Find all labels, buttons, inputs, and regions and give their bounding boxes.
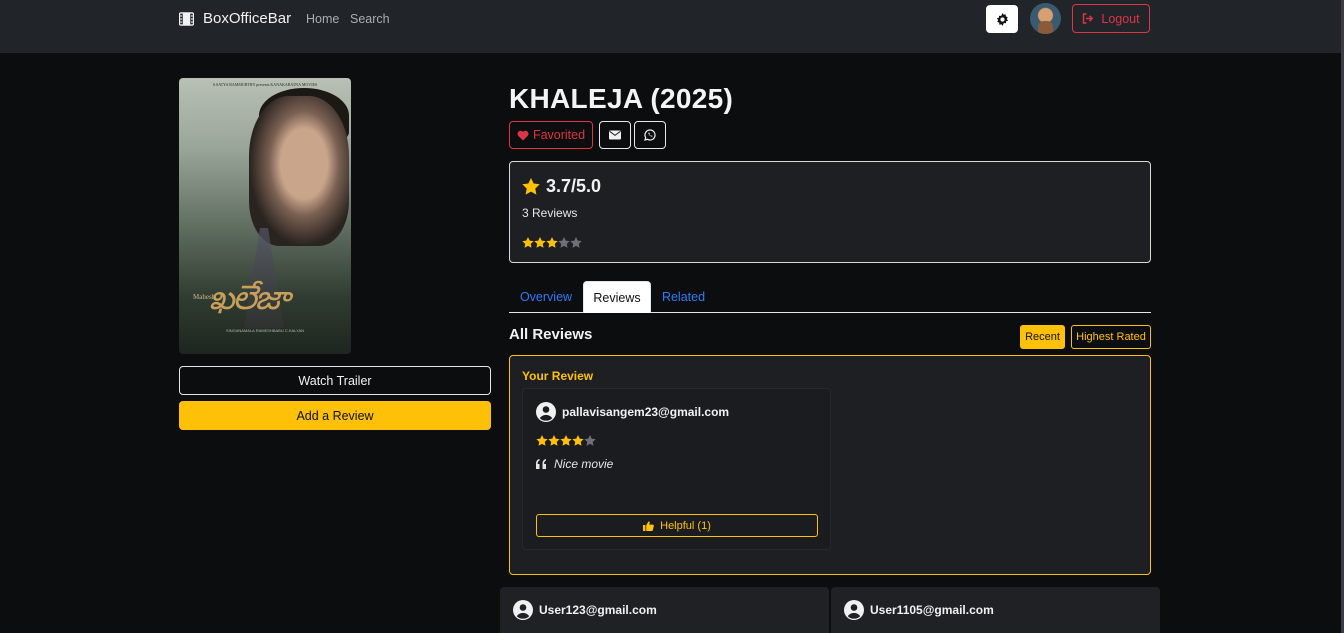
gear-icon <box>996 12 1008 26</box>
rating-value: 3.7/5.0 <box>546 176 602 196</box>
review-stars <box>536 435 596 446</box>
heart-icon <box>517 130 529 140</box>
brand-name: BoxOfficeBar <box>203 10 292 27</box>
rating-stars <box>522 237 582 248</box>
poster-credits: SINGANAMALA RAMESHBABU C.KALYAN <box>225 328 305 333</box>
sort-highest-rated-button[interactable]: Highest Rated <box>1071 325 1151 349</box>
favorite-label: Favorited <box>532 128 586 142</box>
tab-reviews[interactable]: Reviews <box>583 281 651 313</box>
poster-face <box>249 96 349 246</box>
user-circle-icon <box>844 600 864 620</box>
star-filled-icon <box>546 237 558 248</box>
review-user: pallavisangem23@gmail.com <box>536 402 729 422</box>
star-filled-icon <box>534 237 546 248</box>
review-card: User123@gmail.com <box>500 587 829 633</box>
tab-related[interactable]: Related <box>651 281 716 313</box>
navbar: BoxOfficeBar Home Search Logout <box>0 0 1341 53</box>
review-user-email: User123@gmail.com <box>539 603 657 617</box>
star-filled-icon <box>572 435 584 446</box>
movie-poster: S.SATYA RAMMURTHY presents KANAKARATNA M… <box>179 78 351 354</box>
user-avatar[interactable] <box>1030 3 1061 34</box>
star-filled-icon <box>536 435 548 446</box>
share-email-button[interactable] <box>599 121 631 149</box>
your-review-label: Your Review <box>522 369 594 383</box>
star-filled-icon <box>560 435 572 446</box>
movie-title: KHALEJA (2025) <box>509 83 734 114</box>
star-icon <box>522 178 540 195</box>
sign-out-icon <box>1083 13 1094 24</box>
user-circle-icon <box>513 600 533 620</box>
sort-recent-button[interactable]: Recent <box>1020 325 1065 349</box>
tab-bar: Overview Reviews Related <box>509 281 1151 313</box>
helpful-button[interactable]: Helpful (1) <box>536 514 818 537</box>
star-empty-icon <box>584 435 596 446</box>
theme-toggle-button[interactable] <box>986 5 1018 33</box>
whatsapp-icon <box>644 129 656 141</box>
your-review-section: Your Review pallavisangem23@gmail.com Ni… <box>509 355 1151 575</box>
film-icon <box>179 11 194 26</box>
review-card: pallavisangem23@gmail.com Nice movie Hel… <box>522 388 831 550</box>
star-empty-icon <box>570 237 582 248</box>
star-empty-icon <box>558 237 570 248</box>
logout-label: Logout <box>1101 11 1140 26</box>
review-user: User1105@gmail.com <box>844 600 994 620</box>
poster-logo: ఖలేజా <box>209 278 290 318</box>
poster-top-text: S.SATYA RAMMURTHY presents KANAKARATNA M… <box>212 82 318 87</box>
tab-overview[interactable]: Overview <box>509 281 583 313</box>
watch-trailer-button[interactable]: Watch Trailer <box>179 366 491 395</box>
star-filled-icon <box>548 435 560 446</box>
user-circle-icon <box>536 402 556 422</box>
review-user-email: User1105@gmail.com <box>870 603 994 617</box>
star-filled-icon <box>522 237 534 248</box>
review-count: 3 Reviews <box>522 206 578 220</box>
all-reviews-heading: All Reviews <box>509 326 593 343</box>
rating-value-row: 3.7/5.0 <box>522 176 601 197</box>
review-user-email: pallavisangem23@gmail.com <box>562 405 730 419</box>
review-comment: Nice movie <box>536 457 613 471</box>
nav-search[interactable]: Search <box>350 12 390 26</box>
envelope-icon <box>609 130 621 140</box>
quote-icon <box>536 459 546 469</box>
helpful-label: Helpful (1) <box>660 519 711 532</box>
logout-button[interactable]: Logout <box>1072 4 1150 33</box>
thumbs-up-icon <box>643 520 654 531</box>
favorite-button[interactable]: Favorited <box>509 121 593 149</box>
nav-home[interactable]: Home <box>306 12 339 26</box>
review-user: User123@gmail.com <box>513 600 657 620</box>
review-comment-text: Nice movie <box>554 457 614 471</box>
brand[interactable]: BoxOfficeBar <box>179 10 291 27</box>
review-card: User1105@gmail.com <box>831 587 1160 633</box>
share-whatsapp-button[interactable] <box>634 121 666 149</box>
rating-card: 3.7/5.0 3 Reviews <box>509 161 1151 263</box>
add-review-button[interactable]: Add a Review <box>179 401 491 430</box>
